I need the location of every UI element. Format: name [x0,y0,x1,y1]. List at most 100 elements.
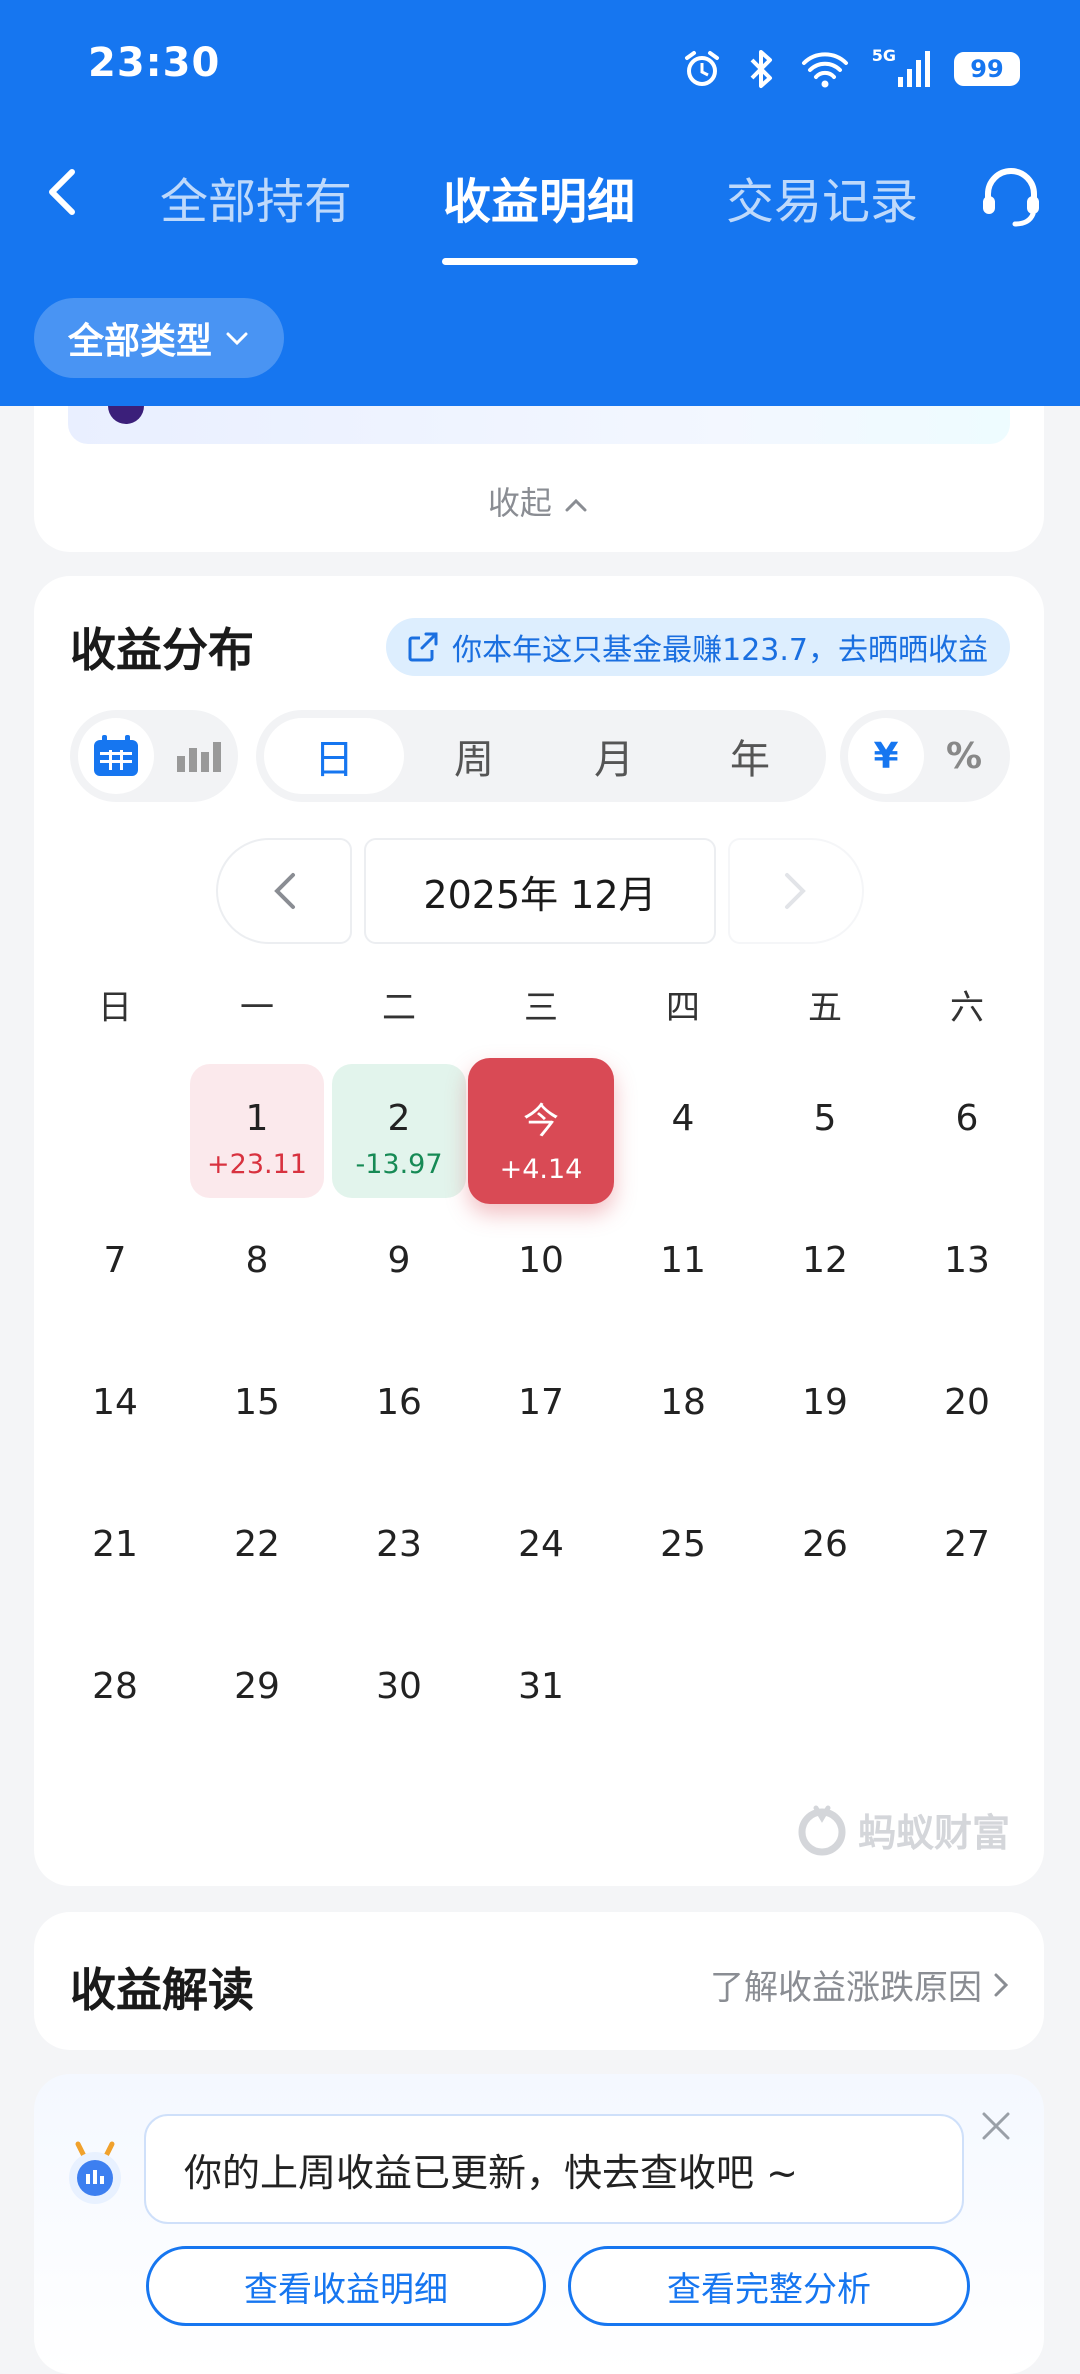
calendar-day[interactable]: 2 -13.97 [332,1064,466,1198]
weekday-label: 二 [382,988,416,1028]
period-day[interactable]: 日 [264,718,404,794]
view-earnings-detail-button[interactable]: 查看收益明细 [146,2246,546,2326]
calendar-day[interactable]: 9 [332,1206,466,1340]
day-number: 5 [813,1098,837,1139]
calendar-day[interactable]: 7 [48,1206,182,1340]
day-earnings-value: +23.11 [207,1149,307,1180]
status-bar: 23:30 5G 99 [0,0,1080,130]
type-filter-dropdown[interactable]: 全部类型 [34,298,285,378]
calendar-day[interactable]: 12 [758,1206,892,1340]
day-number: 27 [944,1524,990,1565]
weekday-label: 三 [524,988,558,1028]
day-number: 31 [518,1666,564,1707]
calendar-day[interactable]: 27 [900,1490,1034,1624]
calendar-day[interactable]: 19 [758,1348,892,1482]
day-number: 28 [92,1666,138,1707]
calendar-day[interactable]: 25 [616,1490,750,1624]
period-year[interactable]: 年 [680,718,820,794]
notice-bubble: 你的上周收益已更新，快去查收吧 ~ [144,2114,964,2224]
calendar-day-today[interactable]: 今 +4.14 [468,1058,614,1204]
prev-month-button[interactable] [216,838,352,944]
signal-icon [898,51,930,87]
unit-percent[interactable]: % [926,718,1002,794]
day-number: 26 [802,1524,848,1565]
share-earnings-banner[interactable]: 你本年这只基金最赚123.7，去晒晒收益 [386,618,1010,676]
calendar-day[interactable]: 15 [190,1348,324,1482]
calendar-day[interactable]: 21 [48,1490,182,1624]
tab-all-holdings[interactable]: 全部持有 [160,162,352,232]
day-number: 今 [522,1101,559,1142]
calendar-icon [94,735,138,776]
customer-service-icon[interactable] [976,162,1046,232]
wifi-icon [801,52,848,88]
notice-message: 你的上周收益已更新，快去查收吧 ~ [184,2150,798,2195]
calendar-view-button[interactable] [78,718,154,794]
day-number: 24 [518,1524,564,1565]
calendar-day[interactable]: 26 [758,1490,892,1624]
interpretation-link[interactable]: 了解收益涨跌原因 [710,1960,1010,2009]
interpretation-link-label: 了解收益涨跌原因 [710,1968,982,2008]
day-number: 19 [802,1382,848,1423]
brand-watermark: 蚂蚁财富 [796,1802,1010,1857]
tab-active-indicator [442,258,638,265]
period-month[interactable]: 月 [544,718,684,794]
calendar-day[interactable]: 18 [616,1348,750,1482]
calendar-day[interactable]: 22 [190,1490,324,1624]
view-toggle [70,710,238,802]
calendar-day[interactable]: 14 [48,1348,182,1482]
next-month-button[interactable] [728,838,864,944]
unit-selector: ¥ % [840,710,1010,802]
day-number: 1 [245,1098,269,1139]
calendar-day[interactable]: 8 [190,1206,324,1340]
day-number: 11 [660,1240,706,1281]
bluetooth-icon [750,50,772,88]
calendar-day[interactable]: 31 [474,1632,608,1766]
unit-yuan[interactable]: ¥ [848,718,924,794]
calendar-day[interactable]: 17 [474,1348,608,1482]
mascot-icon [69,2141,121,2204]
section-title: 收益分布 [70,623,254,677]
calendar-day[interactable]: 28 [48,1632,182,1766]
day-number: 22 [234,1524,280,1565]
collapse-label: 收起 [487,484,552,522]
weekday-label: 六 [950,988,984,1028]
calendar-day[interactable]: 23 [332,1490,466,1624]
status-time: 23:30 [88,40,221,86]
collapse-button[interactable]: 收起 [34,478,1044,524]
close-icon[interactable] [976,2106,1016,2146]
day-number: 16 [376,1382,422,1423]
calendar-day[interactable]: 5 [758,1064,892,1198]
battery-icon: 99 [954,52,1020,86]
calendar-day[interactable]: 1 +23.11 [190,1064,324,1198]
month-label: 2025年 12月 [364,838,716,944]
calendar-day[interactable]: 30 [332,1632,466,1766]
chevron-left-icon [274,873,295,909]
day-number: 4 [671,1098,695,1139]
top-nav: 全部持有 收益明细 交易记录 [0,140,1080,265]
share-text: 你本年这只基金最赚123.7，去晒晒收益 [452,633,988,668]
view-full-analysis-button[interactable]: 查看完整分析 [568,2246,970,2326]
calendar-day[interactable]: 11 [616,1206,750,1340]
chevron-up-icon [565,498,587,512]
calendar-day[interactable]: 4 [616,1064,750,1198]
day-number: 15 [234,1382,280,1423]
alarm-icon [684,51,719,86]
weekday-label: 日 [98,988,132,1028]
tab-earnings-detail[interactable]: 收益明细 [443,162,635,232]
calendar-day[interactable]: 24 [474,1490,608,1624]
tab-transactions[interactable]: 交易记录 [726,162,918,232]
earnings-distribution-card: 收益分布 你本年这只基金最赚123.7，去晒晒收益 日 周 月 年 ¥ % 20… [34,576,1044,1886]
calendar-day[interactable]: 20 [900,1348,1034,1482]
period-week[interactable]: 周 [404,718,544,794]
weekday-label: 一 [240,988,274,1028]
earnings-interpretation-card: 收益解读 了解收益涨跌原因 [34,1912,1044,2050]
calendar-day[interactable]: 10 [474,1206,608,1340]
chart-view-button[interactable] [166,718,230,794]
calendar-day[interactable]: 13 [900,1206,1034,1340]
day-number: 29 [234,1666,280,1707]
back-arrow-icon[interactable] [34,162,94,222]
calendar-day[interactable]: 16 [332,1348,466,1482]
calendar-day[interactable]: 6 [900,1064,1034,1198]
day-number: 30 [376,1666,422,1707]
calendar-day[interactable]: 29 [190,1632,324,1766]
